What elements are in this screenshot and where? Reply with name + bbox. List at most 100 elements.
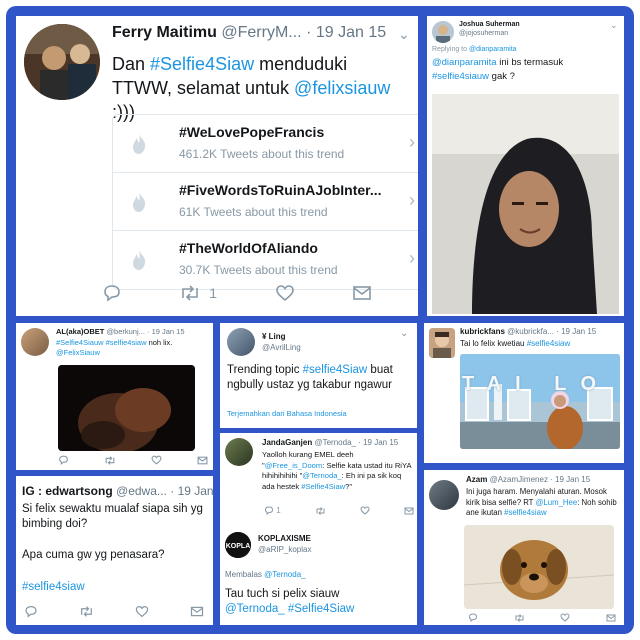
avatar[interactable] <box>429 480 459 510</box>
reply-icon[interactable] <box>24 605 38 618</box>
tweet-header: ¥ Ling @AvrilLing <box>262 331 301 353</box>
translate-link[interactable]: Terjemahkan dari Bahasa Indonesia <box>227 409 347 418</box>
tweet-card-jandaganjen[interactable]: JandaGanjen @Ternoda_ · 19 Jan 15 Yaollo… <box>220 433 417 625</box>
avatar[interactable] <box>225 438 253 466</box>
text-segment: ?" <box>345 481 353 491</box>
retweet-icon[interactable] <box>315 506 326 515</box>
user-handle[interactable]: @FerryM... <box>221 24 301 41</box>
avatar[interactable] <box>432 21 454 43</box>
tweet-date[interactable]: · 19 Jan 15 <box>147 327 185 336</box>
chevron-down-icon[interactable]: ⌄ <box>398 26 410 43</box>
reply-icon[interactable] <box>102 284 122 302</box>
tweet-card-ferry[interactable]: Ferry Maitimu @FerryM... · 19 Jan 15 ⌄ D… <box>16 16 418 316</box>
like-icon[interactable] <box>360 506 370 515</box>
mention-link[interactable]: @Ternoda_ <box>264 570 305 579</box>
hashtag-link[interactable]: #selfie4siaw <box>22 581 85 593</box>
mention-link[interactable]: @dianparamita <box>469 46 517 53</box>
hashtag-link[interactable]: #selfie4siaw <box>527 339 571 348</box>
avatar[interactable] <box>24 24 100 100</box>
avatar[interactable] <box>227 328 255 356</box>
selfie-photo[interactable] <box>432 94 619 314</box>
hashtag-link[interactable]: #Selfie4Siaw <box>150 54 254 74</box>
message-icon[interactable] <box>197 456 208 465</box>
mention-link[interactable]: @dianparamita <box>432 57 497 68</box>
reply-icon[interactable] <box>468 613 478 622</box>
dog-photo[interactable] <box>464 525 614 609</box>
hashtag-link[interactable]: #Selfie4Siaw <box>288 603 354 615</box>
hashtag-link[interactable]: #selfie4Siaw <box>303 364 368 376</box>
like-icon[interactable] <box>151 455 162 465</box>
tweet-card-ling[interactable]: ¥ Ling @AvrilLing ⌄ Trending topic #self… <box>220 323 417 428</box>
like-icon[interactable] <box>135 605 149 618</box>
tweet-card-joshua[interactable]: Joshua Suherman @jojosuherman ⌄ Replying… <box>427 16 624 316</box>
trend-item[interactable]: #FiveWordsToRuinAJobInter... 61K Tweets … <box>113 173 418 231</box>
message-icon[interactable] <box>404 507 414 515</box>
tweet-card-edwartsong[interactable]: IG : edwartsong @edwa... · 19 Jan 15 Si … <box>16 476 213 625</box>
retweet-icon[interactable] <box>514 613 525 622</box>
user-name[interactable]: KOPLAXISME <box>258 533 311 544</box>
like-icon[interactable] <box>275 284 295 302</box>
user-name[interactable]: AL(aka)OBET <box>56 327 104 336</box>
user-handle[interactable]: @AvrilLing <box>262 342 301 353</box>
hashtag-link[interactable]: #Selfie4Siauw <box>56 338 104 347</box>
user-name[interactable]: ¥ Ling <box>262 331 301 342</box>
retweet-icon[interactable] <box>104 455 116 465</box>
hashtag-link[interactable]: #Selfie4Siaw <box>301 482 345 491</box>
avatar[interactable] <box>21 328 49 356</box>
text-segment: noh lix. <box>146 338 173 347</box>
trend-item[interactable]: #WeLovePopeFrancis 461.2K Tweets about t… <box>113 115 418 173</box>
reply-icon[interactable] <box>58 455 69 465</box>
user-handle[interactable]: @jojosuherman <box>459 29 520 38</box>
tweet-date[interactable]: · 19 Jan 15 <box>556 327 596 336</box>
text-segment: gak ? <box>489 71 515 82</box>
user-name[interactable]: IG : edwartsong <box>22 484 113 498</box>
user-name[interactable]: Ferry Maitimu <box>112 24 217 41</box>
user-handle[interactable]: @aRIP_koplax <box>258 544 311 555</box>
user-name[interactable]: Azam <box>466 475 487 484</box>
tweet-card-azam[interactable]: Azam @AzamJimenez · 19 Jan 15 Ini juga h… <box>424 470 624 625</box>
user-name[interactable]: Joshua Suherman <box>459 20 520 29</box>
user-handle[interactable]: @AzamJimenez <box>490 475 548 484</box>
retweet-count: 1 <box>209 285 218 301</box>
hashtag-link[interactable]: #selfie4siaw <box>106 338 147 347</box>
chevron-down-icon[interactable]: ⌄ <box>400 328 408 339</box>
like-icon[interactable] <box>560 613 570 622</box>
mention-link[interactable]: @Lum_Hee <box>535 498 577 507</box>
hashtag-link[interactable]: #selfie4siauw <box>432 71 489 82</box>
user-handle[interactable]: @edwa... <box>116 484 167 498</box>
user-name[interactable]: kubrickfans <box>460 327 505 336</box>
mention-link[interactable]: @felixsiauw <box>294 78 390 98</box>
chevron-right-icon: › <box>409 190 415 210</box>
message-icon[interactable] <box>606 614 616 622</box>
retweet-button[interactable]: 1 <box>179 285 217 301</box>
user-name[interactable]: JandaGanjen <box>262 438 312 447</box>
user-handle[interactable]: @Ternoda_ <box>314 438 355 447</box>
reply-label: Membalas <box>225 570 265 579</box>
trend-item[interactable]: #TheWorldOfAliando 30.7K Tweets about th… <box>113 231 418 289</box>
mention-link[interactable]: @Ternoda_ <box>225 603 285 615</box>
user-handle[interactable]: @kubrickfa... <box>507 327 554 336</box>
tweet-card-alobet[interactable]: AL(aka)OBET @berkunj... · 19 Jan 15 #Sel… <box>16 323 213 470</box>
avatar[interactable]: KOPLA <box>225 532 251 558</box>
message-icon[interactable] <box>352 285 372 301</box>
tweet-text: Si felix sewaktu mualaf siapa sih yg bim… <box>22 503 203 530</box>
tweet-photo[interactable] <box>460 354 620 449</box>
tweet-actions <box>58 455 208 465</box>
reply-button[interactable]: 1 <box>264 506 281 515</box>
tweet-date[interactable]: · 19 Jan 15 <box>306 24 386 41</box>
text-segment: Dan <box>112 54 151 74</box>
user-handle[interactable]: @berkunj... <box>106 327 144 336</box>
tweet-photo[interactable] <box>58 365 195 451</box>
tweet-date[interactable]: · 19 Jan 15 <box>358 438 398 447</box>
chevron-down-icon[interactable]: ⌄ <box>610 20 618 31</box>
avatar[interactable] <box>429 328 455 358</box>
mention-link[interactable]: @Free_is_Doom <box>265 461 323 470</box>
retweet-icon[interactable] <box>79 606 94 617</box>
tweet-header: JandaGanjen @Ternoda_ · 19 Jan 15 <box>262 438 398 447</box>
tweet-date[interactable]: · 19 Jan 15 <box>550 475 590 484</box>
message-icon[interactable] <box>190 606 204 617</box>
tweet-date[interactable]: · 19 Jan 15 <box>170 484 213 498</box>
hashtag-link[interactable]: #selfie4siaw <box>504 508 546 517</box>
mention-link[interactable]: @FelixSiauw <box>56 348 100 357</box>
mention-link[interactable]: @Ternoda_ <box>302 471 341 480</box>
